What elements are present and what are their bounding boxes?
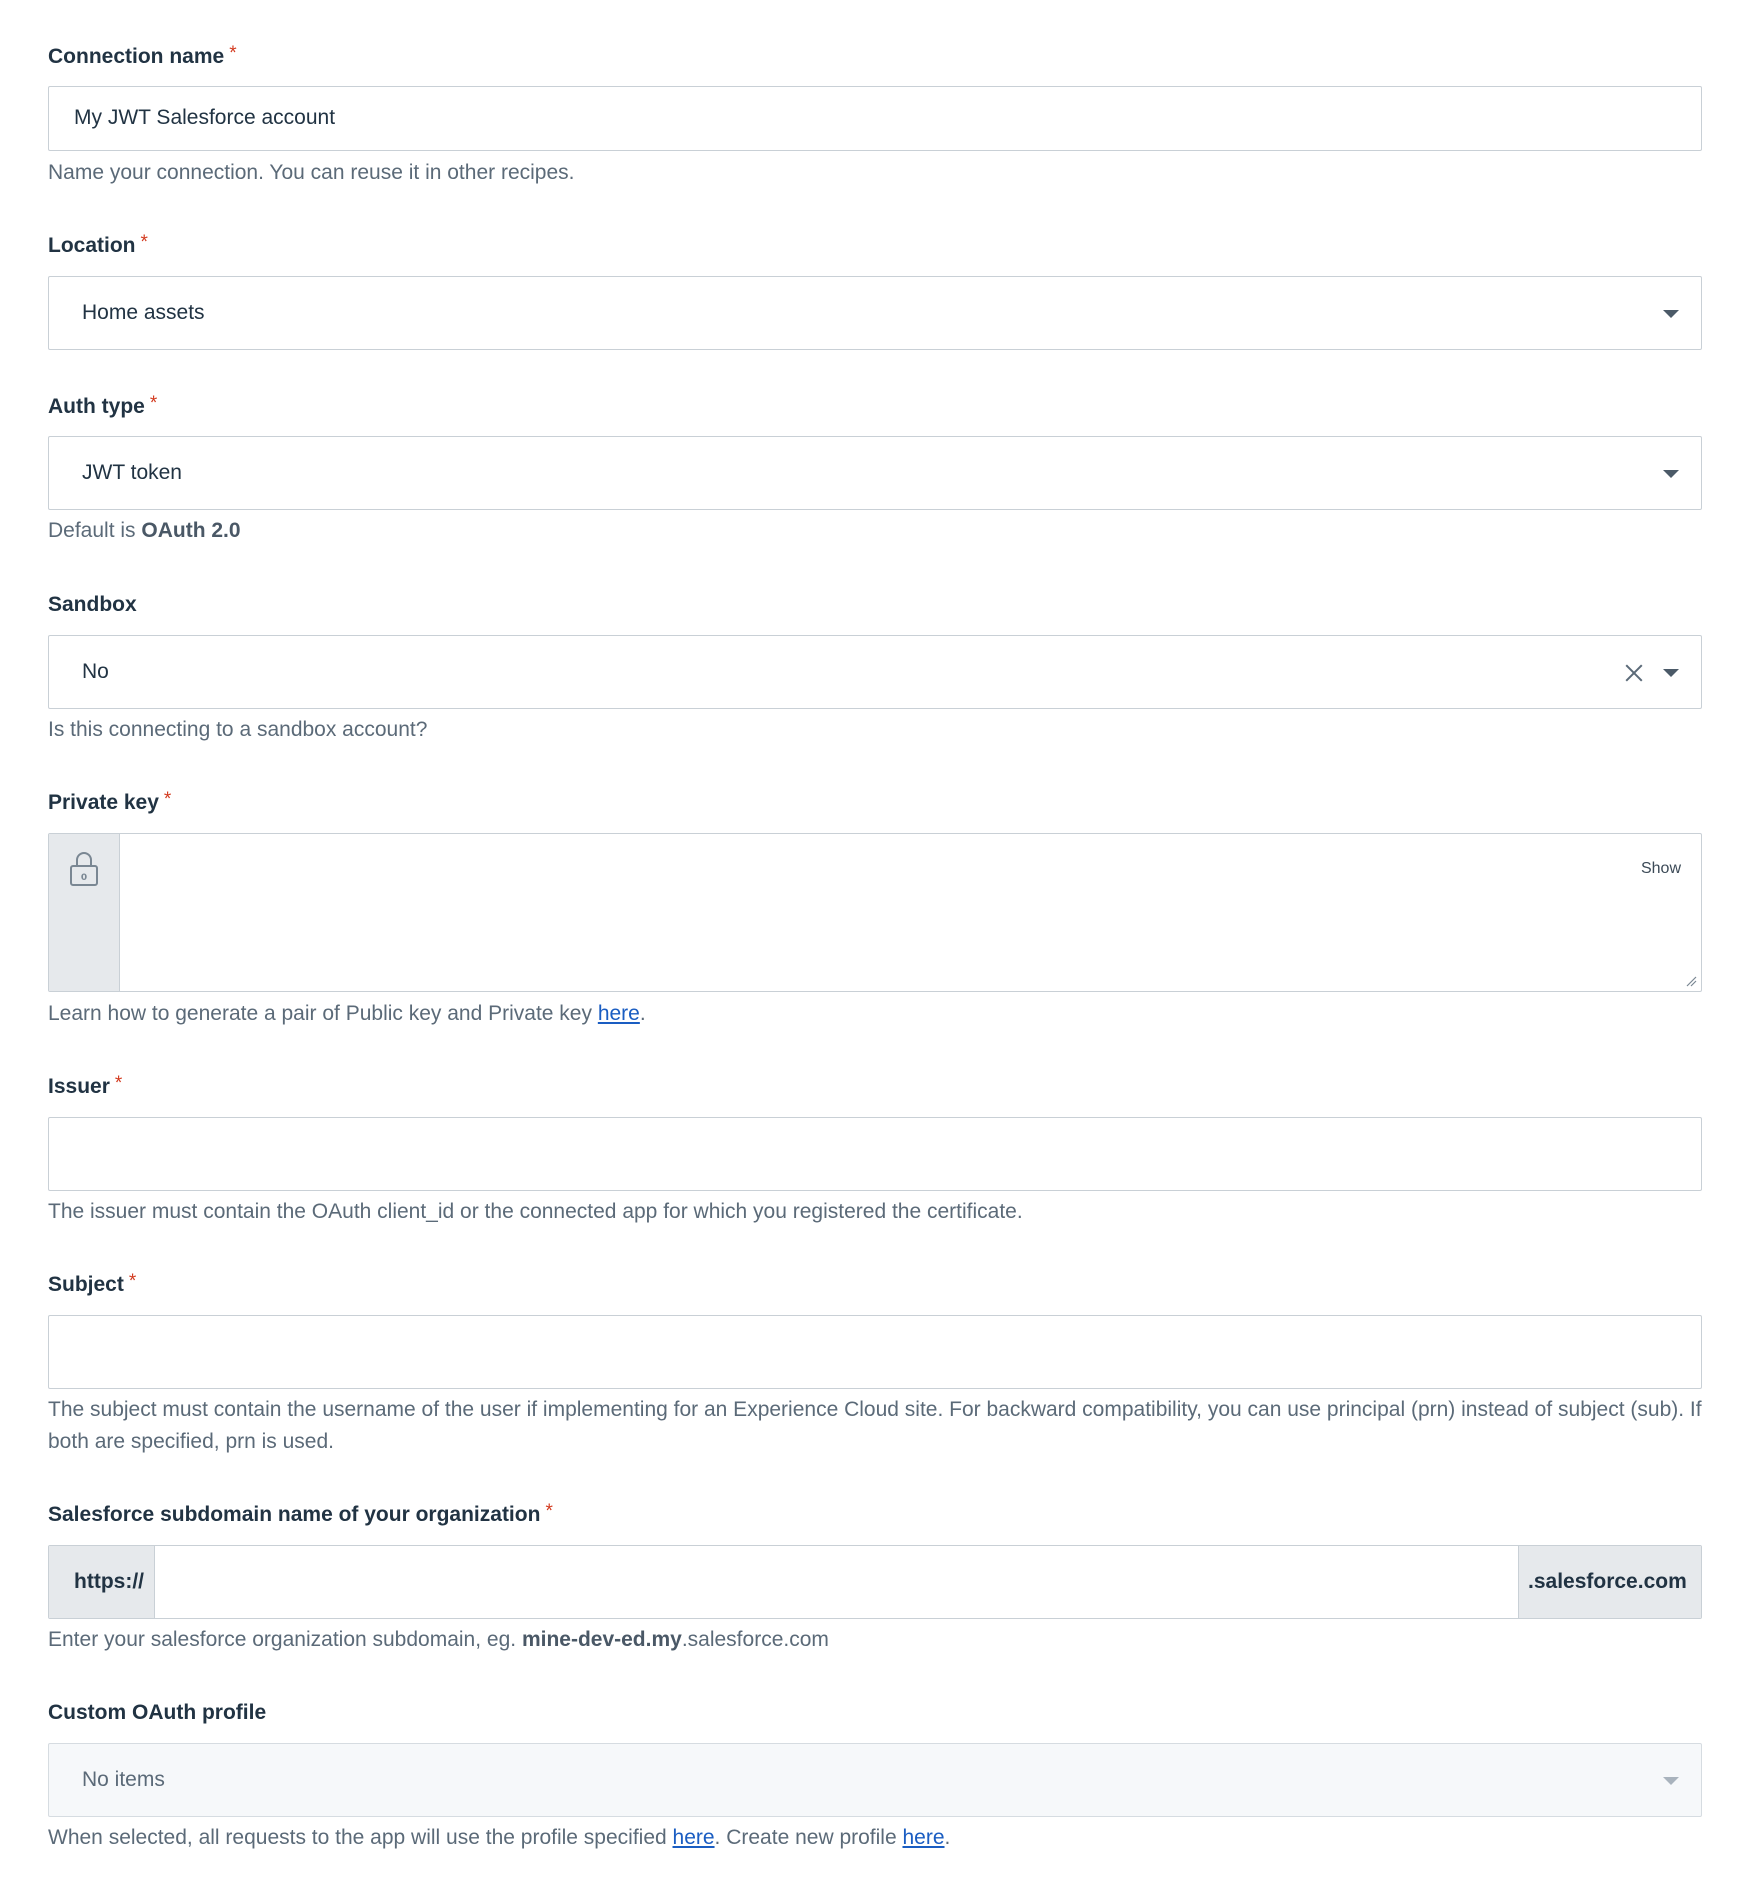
issuer-input[interactable] bbox=[48, 1117, 1702, 1191]
subdomain-label-text: Salesforce subdomain name of your organi… bbox=[48, 1503, 541, 1526]
private-key-help-link[interactable]: here bbox=[598, 1002, 640, 1025]
private-key-label-text: Private key bbox=[48, 791, 159, 814]
close-icon[interactable] bbox=[1623, 662, 1645, 684]
sandbox-select[interactable]: No bbox=[48, 635, 1702, 709]
auth-type-default-value: OAuth 2.0 bbox=[141, 519, 241, 542]
private-key-hint: Learn how to generate a pair of Public k… bbox=[48, 998, 646, 1030]
subdomain-suffix: .salesforce.com bbox=[1518, 1546, 1701, 1618]
auth-type-label-text: Auth type bbox=[48, 395, 145, 418]
issuer-label: Issuer * bbox=[48, 1073, 123, 1099]
custom-oauth-profile-label-text: Custom OAuth profile bbox=[48, 1701, 267, 1724]
custom-oauth-profile-label: Custom OAuth profile bbox=[48, 1701, 266, 1725]
subject-hint-line-1: The subject must contain the username of… bbox=[48, 1398, 1702, 1421]
create-profile-link[interactable]: here bbox=[902, 1826, 944, 1849]
show-toggle-button[interactable]: Show bbox=[1641, 860, 1681, 878]
custom-oauth-profile-select[interactable]: No items bbox=[48, 1743, 1702, 1817]
required-mark: * bbox=[149, 393, 158, 414]
subject-hint-line-2: both are specified, prn is used. bbox=[48, 1430, 335, 1453]
subject-label-text: Subject bbox=[48, 1273, 124, 1296]
connection-name-label: Connection name * bbox=[48, 43, 237, 69]
private-key-hint-text: Learn how to generate a pair of Public k… bbox=[48, 1002, 598, 1025]
sandbox-hint: Is this connecting to a sandbox account? bbox=[48, 718, 428, 741]
custom-oauth-profile-value: No items bbox=[82, 1768, 165, 1791]
location-value: Home assets bbox=[82, 301, 205, 324]
custom-oauth-profile-hint-end: . bbox=[944, 1826, 951, 1849]
subdomain-label: Salesforce subdomain name of your organi… bbox=[48, 1501, 553, 1527]
sandbox-value: No bbox=[82, 660, 109, 683]
issuer-label-text: Issuer bbox=[48, 1075, 110, 1098]
subdomain-hint-example: mine-dev-ed.my bbox=[521, 1628, 682, 1651]
connection-form: Connection name * My JWT Salesforce accou… bbox=[0, 0, 1742, 1888]
location-select[interactable]: Home assets bbox=[48, 276, 1702, 350]
subdomain-input-group[interactable]: https:// .salesforce.com bbox=[48, 1545, 1702, 1619]
required-mark: * bbox=[229, 43, 237, 64]
resize-handle-icon[interactable] bbox=[1685, 975, 1697, 987]
svg-text:0: 0 bbox=[81, 873, 87, 883]
location-label-text: Location bbox=[48, 234, 136, 257]
location-label: Location * bbox=[48, 232, 148, 258]
subdomain-hint-domain: .salesforce.com bbox=[681, 1628, 829, 1651]
required-mark: * bbox=[545, 1501, 553, 1522]
private-key-label: Private key * bbox=[48, 789, 172, 815]
connection-name-hint: Name your connection. You can reuse it i… bbox=[48, 161, 575, 184]
subject-label: Subject * bbox=[48, 1271, 137, 1297]
chevron-down-icon[interactable] bbox=[1663, 470, 1679, 478]
issuer-hint: The issuer must contain the OAuth client… bbox=[48, 1200, 1023, 1223]
auth-type-hint-text: Default is bbox=[48, 519, 142, 542]
profile-specified-link[interactable]: here bbox=[673, 1826, 715, 1849]
required-mark: * bbox=[140, 232, 148, 253]
chevron-down-icon[interactable] bbox=[1663, 1777, 1679, 1785]
auth-type-hint: Default is OAuth 2.0 bbox=[48, 515, 241, 547]
lock-icon: 0 bbox=[70, 852, 98, 886]
custom-oauth-profile-hint: When selected, all requests to the app w… bbox=[48, 1822, 950, 1854]
required-mark: * bbox=[114, 1073, 123, 1094]
subject-input[interactable] bbox=[48, 1315, 1702, 1389]
private-key-hint-end: . bbox=[639, 1002, 646, 1025]
auth-type-value: JWT token bbox=[82, 461, 182, 484]
connection-name-input[interactable]: My JWT Salesforce account bbox=[48, 86, 1702, 151]
chevron-down-icon[interactable] bbox=[1663, 669, 1679, 677]
subdomain-prefix: https:// bbox=[49, 1546, 155, 1618]
chevron-down-icon[interactable] bbox=[1663, 310, 1679, 318]
required-mark: * bbox=[128, 1271, 137, 1292]
auth-type-label: Auth type * bbox=[48, 393, 158, 419]
connection-name-label-text: Connection name bbox=[48, 45, 225, 68]
subdomain-hint: Enter your salesforce organization subdo… bbox=[48, 1624, 829, 1656]
subdomain-hint-text: Enter your salesforce organization subdo… bbox=[48, 1628, 522, 1651]
custom-oauth-profile-hint-middle: . Create new profile bbox=[714, 1826, 903, 1849]
sandbox-label: Sandbox bbox=[48, 593, 137, 617]
custom-oauth-profile-hint-text: When selected, all requests to the app w… bbox=[48, 1826, 673, 1849]
auth-type-select[interactable]: JWT token bbox=[48, 436, 1702, 510]
connection-name-value: My JWT Salesforce account bbox=[74, 106, 336, 129]
private-key-lock-addon: 0 bbox=[49, 834, 120, 991]
required-mark: * bbox=[163, 789, 172, 810]
sandbox-label-text: Sandbox bbox=[48, 593, 137, 616]
private-key-textarea[interactable]: 0 Show bbox=[48, 833, 1702, 992]
